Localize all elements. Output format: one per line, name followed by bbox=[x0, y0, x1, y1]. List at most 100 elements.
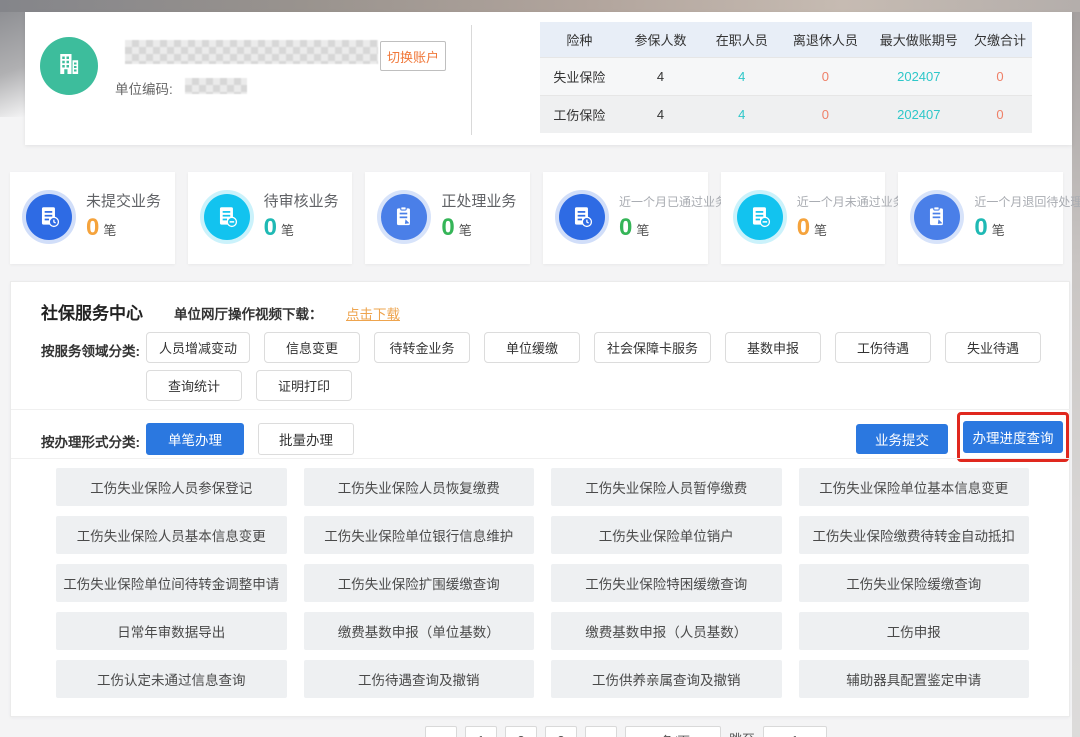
grid-button[interactable]: 工伤失业保险人员恢复缴费 bbox=[304, 468, 535, 506]
cell-max-period: 202407 bbox=[870, 95, 968, 133]
section-divider bbox=[11, 409, 1071, 410]
stat-value: 0笔 bbox=[974, 214, 1004, 242]
cell-insured: 4 bbox=[619, 57, 703, 95]
cell-active: 4 bbox=[702, 95, 781, 133]
pagination-page-2[interactable]: 2 bbox=[505, 726, 537, 737]
by-service-area-label: 按服务领域分类: bbox=[41, 340, 140, 360]
stat-value: 0笔 bbox=[86, 214, 116, 242]
grid-button[interactable]: 工伤失业保险缴费待转金自动抵扣 bbox=[799, 516, 1030, 554]
stat-label: 近一个月退回待处理 bbox=[974, 193, 1080, 210]
stat-value: 0笔 bbox=[441, 214, 471, 242]
col-max-period: 最大做账期号 bbox=[870, 22, 968, 57]
pagination-page-3[interactable]: 3 bbox=[545, 726, 577, 737]
stat-label: 近一个月已通过业务 bbox=[619, 193, 727, 210]
table-row: 工伤保险 4 4 0 202407 0 bbox=[540, 95, 1032, 133]
grid-button[interactable]: 工伤失业保险扩围缓缴查询 bbox=[304, 564, 535, 602]
form-button-batch[interactable]: 批量办理 bbox=[258, 423, 354, 455]
grid-button[interactable]: 工伤失业保险单位银行信息维护 bbox=[304, 516, 535, 554]
business-grid: 工伤失业保险人员参保登记 工伤失业保险人员恢复缴费 工伤失业保险人员暂停缴费 工… bbox=[56, 468, 1029, 698]
grid-button[interactable]: 工伤失业保险人员参保登记 bbox=[56, 468, 287, 506]
stat-value: 0笔 bbox=[264, 214, 294, 242]
pagination-prev-button[interactable]: ‹ bbox=[425, 726, 457, 737]
jump-to-label: 跳至 bbox=[729, 726, 755, 737]
grid-button[interactable]: 缴费基数申报（单位基数） bbox=[304, 612, 535, 650]
document-clock-icon bbox=[559, 194, 605, 240]
background-photo-right bbox=[1072, 12, 1080, 737]
pagination-next-button[interactable]: › bbox=[585, 726, 617, 737]
stats-row: 未提交业务 0笔 待审核业务 0笔 正处理业务 0笔 近一个月已通过业务 0笔 bbox=[10, 172, 1063, 264]
grid-button[interactable]: 工伤供养亲属查询及撤销 bbox=[551, 660, 782, 698]
company-avatar bbox=[40, 37, 98, 95]
document-clock-icon bbox=[26, 194, 72, 240]
cell-retired: 0 bbox=[781, 95, 870, 133]
grid-button[interactable]: 工伤失业保险单位间待转金调整申请 bbox=[56, 564, 287, 602]
page: 切换账户 单位编码: 险种 参保人数 在职人员 离退休人员 最大做账期号 欠缴合… bbox=[0, 0, 1080, 737]
stat-label: 待审核业务 bbox=[264, 190, 339, 211]
area-button-certificate-print[interactable]: 证明打印 bbox=[256, 370, 352, 401]
stat-label: 正处理业务 bbox=[441, 190, 516, 211]
service-area-buttons: 人员增减变动 信息变更 待转金业务 单位缓缴 社会保障卡服务 基数申报 工伤待遇… bbox=[146, 332, 1061, 401]
stat-card-processing[interactable]: 正处理业务 0笔 bbox=[365, 172, 530, 264]
cell-insured: 4 bbox=[619, 95, 703, 133]
area-button-unemployment-benefits[interactable]: 失业待遇 bbox=[945, 332, 1041, 363]
col-active-staff: 在职人员 bbox=[702, 22, 781, 57]
download-link[interactable]: 点击下载 bbox=[346, 303, 400, 323]
document-minus-icon bbox=[204, 194, 250, 240]
cell-type: 工伤保险 bbox=[540, 95, 619, 133]
grid-button[interactable]: 工伤失业保险特困缓缴查询 bbox=[551, 564, 782, 602]
jump-to-input[interactable] bbox=[763, 726, 827, 737]
area-button-personnel-change[interactable]: 人员增减变动 bbox=[146, 332, 250, 363]
area-button-query-statistics[interactable]: 查询统计 bbox=[146, 370, 242, 401]
submit-business-button[interactable]: 业务提交 bbox=[856, 424, 948, 454]
area-button-info-change[interactable]: 信息变更 bbox=[264, 332, 360, 363]
form-button-single[interactable]: 单笔办理 bbox=[146, 423, 244, 455]
grid-button[interactable]: 工伤待遇查询及撤销 bbox=[304, 660, 535, 698]
video-download-label: 单位网厅操作视频下载： bbox=[174, 303, 323, 323]
stat-card-month-returned[interactable]: 近一个月退回待处理 0笔 bbox=[898, 172, 1063, 264]
cell-arrears: 0 bbox=[968, 57, 1032, 95]
stat-label: 未提交业务 bbox=[86, 190, 161, 211]
stat-card-pending-review[interactable]: 待审核业务 0笔 bbox=[188, 172, 353, 264]
grid-button[interactable]: 工伤失业保险缓缴查询 bbox=[799, 564, 1030, 602]
document-minus-icon bbox=[737, 194, 783, 240]
area-button-pending-transfer[interactable]: 待转金业务 bbox=[374, 332, 470, 363]
pagination-page-1[interactable]: 1 bbox=[465, 726, 497, 737]
unit-code-redacted bbox=[185, 78, 247, 94]
clipboard-arrow-icon bbox=[914, 194, 960, 240]
grid-button[interactable]: 工伤失业保险单位基本信息变更 bbox=[799, 468, 1030, 506]
background-photo-left bbox=[0, 12, 25, 117]
unit-code-label: 单位编码: bbox=[115, 78, 173, 98]
area-button-injury-benefits[interactable]: 工伤待遇 bbox=[835, 332, 931, 363]
col-retired-staff: 离退休人员 bbox=[781, 22, 870, 57]
stat-card-unsubmitted[interactable]: 未提交业务 0笔 bbox=[10, 172, 175, 264]
panel-title: 社保服务中心 bbox=[41, 299, 143, 324]
area-button-base-declaration[interactable]: 基数申报 bbox=[725, 332, 821, 363]
progress-query-button[interactable]: 办理进度查询 bbox=[963, 421, 1063, 453]
page-size-select[interactable]: 20 条/页 ∨ bbox=[625, 726, 721, 737]
area-button-social-security-card[interactable]: 社会保障卡服务 bbox=[594, 332, 711, 363]
stat-card-month-rejected[interactable]: 近一个月未通过业务 0笔 bbox=[721, 172, 886, 264]
grid-button[interactable]: 辅助器具配置鉴定申请 bbox=[799, 660, 1030, 698]
table-header-row: 险种 参保人数 在职人员 离退休人员 最大做账期号 欠缴合计 bbox=[540, 22, 1032, 57]
stat-value: 0笔 bbox=[619, 214, 649, 242]
switch-account-button[interactable]: 切换账户 bbox=[380, 41, 446, 71]
stat-value: 0笔 bbox=[797, 214, 827, 242]
company-name-redacted bbox=[125, 40, 378, 64]
cell-max-period: 202407 bbox=[870, 57, 968, 95]
grid-button[interactable]: 工伤失业保险人员暂停缴费 bbox=[551, 468, 782, 506]
cell-arrears: 0 bbox=[968, 95, 1032, 133]
background-photo-top bbox=[0, 0, 1080, 12]
stat-card-month-approved[interactable]: 近一个月已通过业务 0笔 bbox=[543, 172, 708, 264]
grid-button[interactable]: 缴费基数申报（人员基数） bbox=[551, 612, 782, 650]
page-size-value: 20 条/页 bbox=[642, 731, 690, 737]
company-header-card: 切换账户 单位编码: 险种 参保人数 在职人员 离退休人员 最大做账期号 欠缴合… bbox=[25, 12, 1072, 145]
table-row: 失业保险 4 4 0 202407 0 bbox=[540, 57, 1032, 95]
grid-button[interactable]: 工伤失业保险单位销户 bbox=[551, 516, 782, 554]
grid-button[interactable]: 工伤认定未通过信息查询 bbox=[56, 660, 287, 698]
area-button-unit-deferral[interactable]: 单位缓缴 bbox=[484, 332, 580, 363]
grid-button[interactable]: 日常年审数据导出 bbox=[56, 612, 287, 650]
grid-button[interactable]: 工伤申报 bbox=[799, 612, 1030, 650]
grid-button[interactable]: 工伤失业保险人员基本信息变更 bbox=[56, 516, 287, 554]
cell-retired: 0 bbox=[781, 57, 870, 95]
service-center-panel: 社保服务中心 单位网厅操作视频下载： 点击下载 按服务领域分类: 人员增减变动 … bbox=[10, 281, 1070, 717]
